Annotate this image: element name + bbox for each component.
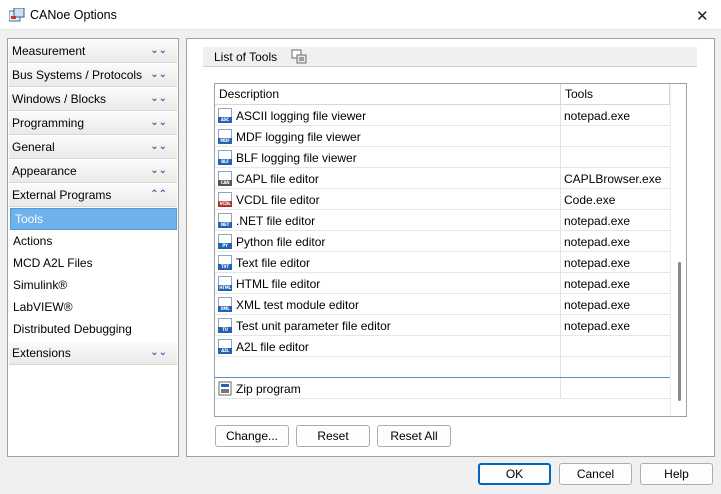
ok-button[interactable]: OK [478,463,551,485]
python-file-icon: PY [218,234,232,249]
column-header-description[interactable]: Description [215,84,561,105]
category-bus-systems[interactable]: Bus Systems / Protocols ⌄⌄ [9,64,177,87]
category-extensions[interactable]: Extensions ⌄⌄ [9,342,177,365]
panel-header: List of Tools [203,47,697,67]
panel-title: List of Tools [214,50,278,64]
chevron-down-icon: ⌄⌄ [150,93,167,104]
window-title: CANoe Options [30,8,117,22]
sidebar-item-actions[interactable]: Actions [9,230,177,252]
chevron-down-icon: ⌄⌄ [150,117,167,128]
chevron-down-icon: ⌄⌄ [150,165,167,176]
chevron-down-icon: ⌄⌄ [150,69,167,80]
category-external-programs[interactable]: External Programs ⌃⌃ [9,184,177,207]
table-row[interactable]: XML XML test module editor notepad.exe [215,294,670,315]
html-file-icon: HTML [218,276,232,291]
a2l-file-icon: A2L [218,339,232,354]
column-header-tools[interactable]: Tools [561,84,670,105]
txt-file-icon: TXT [218,255,232,270]
blf-file-icon: BLF [218,150,232,165]
table-row[interactable]: TU Test unit parameter file editor notepa… [215,315,670,336]
category-windows-blocks[interactable]: Windows / Blocks ⌄⌄ [9,88,177,111]
table-row[interactable]: VCDL VCDL file editor Code.exe [215,189,670,210]
xml-file-icon: XML [218,297,232,312]
category-appearance[interactable]: Appearance ⌄⌄ [9,160,177,183]
canoe-app-icon [9,8,25,22]
chevron-down-icon: ⌄⌄ [150,141,167,152]
chevron-down-icon: ⌄⌄ [150,347,167,358]
change-button[interactable]: Change... [215,425,289,447]
table-row[interactable]: ASC ASCII logging file viewer notepad.exe [215,105,670,126]
reset-all-button[interactable]: Reset All [377,425,451,447]
zip-file-icon [218,381,232,396]
capl-file-icon: CAN [218,171,232,186]
title-bar: CANoe Options ✕ [0,0,721,30]
sidebar-item-simulink[interactable]: Simulink® [9,274,177,296]
table-row[interactable]: BLF BLF logging file viewer [215,147,670,168]
sidebar-item-distributed-debugging[interactable]: Distributed Debugging [9,318,177,340]
close-icon[interactable]: ✕ [696,7,709,25]
mdf-file-icon: MDF [218,129,232,144]
scrollbar-thumb[interactable] [678,262,681,401]
table-row[interactable]: HTML HTML file editor notepad.exe [215,273,670,294]
sidebar-item-tools[interactable]: Tools [10,208,177,230]
net-file-icon: NET [218,213,232,228]
reset-button[interactable]: Reset [296,425,370,447]
sidebar-item-mcd-a2l-files[interactable]: MCD A2L Files [9,252,177,274]
cancel-button[interactable]: Cancel [559,463,632,485]
help-button[interactable]: Help [640,463,713,485]
table-row[interactable]: NET .NET file editor notepad.exe [215,210,670,231]
table-row[interactable]: MDF MDF logging file viewer [215,126,670,147]
table-row[interactable]: CAN CAPL file editor CAPLBrowser.exe [215,168,670,189]
tools-table: Description Tools ASC ASCII logging file … [214,83,687,417]
tools-panel: List of Tools Description Tools ASC ASCII… [186,38,715,457]
chevron-up-icon: ⌃⌃ [150,189,167,200]
tools-list-icon [291,49,307,64]
sidebar-item-labview[interactable]: LabVIEW® [9,296,177,318]
category-measurement[interactable]: Measurement ⌄⌄ [9,40,177,63]
test-unit-file-icon: TU [218,318,232,333]
table-row-empty[interactable] [215,357,670,378]
table-row[interactable]: TXT Text file editor notepad.exe [215,252,670,273]
vcdl-file-icon: VCDL [218,192,232,207]
table-row[interactable]: PY Python file editor notepad.exe [215,231,670,252]
asc-file-icon: ASC [218,108,232,123]
table-row[interactable]: A2L A2L file editor [215,336,670,357]
table-row[interactable]: Zip program [215,378,670,399]
category-programming[interactable]: Programming ⌄⌄ [9,112,177,135]
chevron-down-icon: ⌄⌄ [150,45,167,56]
vertical-scrollbar[interactable] [670,84,686,416]
options-sidebar: Measurement ⌄⌄ Bus Systems / Protocols ⌄⌄ … [7,38,179,457]
category-general[interactable]: General ⌄⌄ [9,136,177,159]
